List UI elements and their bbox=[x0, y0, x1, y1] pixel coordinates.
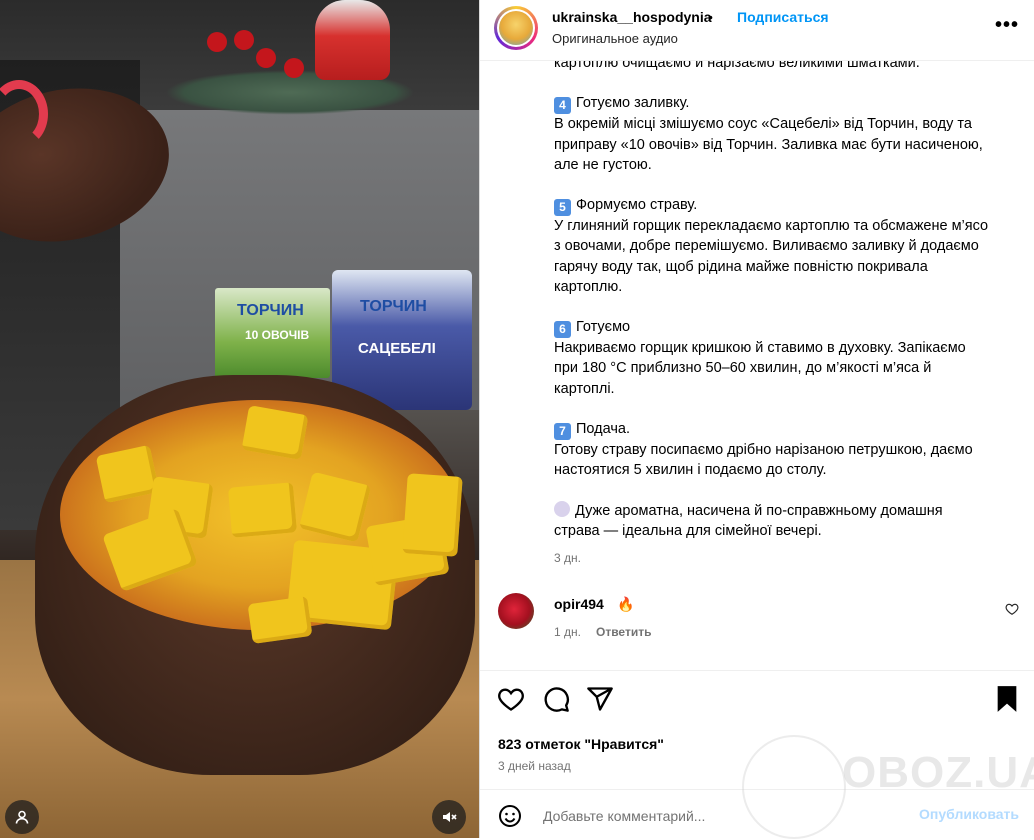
plate-icon bbox=[554, 500, 570, 517]
share-icon bbox=[587, 687, 613, 711]
caption-line: гарячу воду так, щоб рідина майже повніс… bbox=[554, 258, 928, 275]
keycap-6-icon: 6 bbox=[554, 321, 571, 339]
caption-line: Дуже ароматна, насичена й по-справжньому… bbox=[575, 502, 943, 519]
post-caption: картоплю очищаємо й нарізаємо великими ш… bbox=[554, 60, 1024, 561]
decoration-ball bbox=[207, 32, 227, 52]
pack-product: 10 ОВОЧІВ bbox=[245, 328, 310, 342]
smiley-icon bbox=[499, 805, 521, 827]
spice-pack: ТОРЧИН 10 ОВОЧІВ bbox=[215, 288, 330, 378]
post-side-panel: ukrainska__hospodynia • Подписаться Ориг… bbox=[479, 0, 1034, 839]
avatar-image bbox=[499, 11, 533, 45]
caption-line: настоятися 5 хвилин і подаємо до столу. bbox=[554, 462, 827, 479]
step-title: Готуємо заливку. bbox=[576, 95, 690, 112]
share-button[interactable] bbox=[586, 685, 614, 718]
caption-line: картоплю очищаємо й нарізаємо великими ш… bbox=[554, 60, 920, 71]
tagged-users-button[interactable] bbox=[5, 800, 39, 834]
santa-figurine bbox=[315, 0, 390, 80]
step-title: Готуємо bbox=[576, 319, 631, 336]
pack-product: САЦЕБЕЛІ bbox=[358, 340, 436, 357]
watermark-text: OBOZ.UA bbox=[842, 748, 1034, 797]
separator-dot: • bbox=[708, 9, 713, 25]
decoration-ball bbox=[256, 48, 276, 68]
caption-line: Накриваємо горщик кришкою й ставимо в ду… bbox=[554, 340, 966, 357]
step-title: Формуємо страву. bbox=[576, 197, 698, 214]
save-button[interactable] bbox=[995, 685, 1019, 718]
caption-line: картоплю. bbox=[554, 278, 623, 295]
audio-label[interactable]: Оригинальное аудио bbox=[552, 31, 678, 46]
publish-button[interactable]: Опубликовать bbox=[919, 806, 1019, 822]
caption-step: 6 Готуємо Накриваємо горщик кришкою й ста… bbox=[554, 317, 1024, 399]
follow-button[interactable]: Подписаться bbox=[737, 9, 829, 25]
caption-line: але не густою. bbox=[554, 156, 652, 173]
decoration-ball bbox=[284, 58, 304, 78]
mute-button[interactable] bbox=[432, 800, 466, 834]
caption-step: 7 Подача. Готову страву посипаємо дрібно … bbox=[554, 419, 1024, 480]
caption-line: Готову страву посипаємо дрібно нарізаною… bbox=[554, 441, 973, 458]
commenter-avatar[interactable] bbox=[498, 593, 534, 629]
step-title: Подача. bbox=[576, 420, 631, 437]
more-options-icon[interactable]: ••• bbox=[995, 14, 1019, 37]
likes-count[interactable]: 823 отметок "Нравится" bbox=[498, 736, 664, 752]
reply-button[interactable]: Ответить bbox=[596, 625, 651, 639]
keycap-4-icon: 4 bbox=[554, 97, 571, 115]
author-avatar[interactable] bbox=[494, 6, 538, 50]
emoji-picker-button[interactable] bbox=[498, 804, 522, 833]
caption-step: 5 Формуємо страву. У глиняний горщик пере… bbox=[554, 195, 1024, 297]
potato-piece bbox=[402, 473, 463, 557]
watermark-globe-icon bbox=[742, 735, 846, 839]
caption-line: картоплі. bbox=[554, 380, 615, 397]
author-username[interactable]: ukrainska__hospodynia bbox=[552, 9, 712, 25]
keycap-5-icon: 5 bbox=[554, 199, 571, 217]
caption-line: страва — ідеальна для сімейної вечері. bbox=[554, 522, 822, 539]
decoration-ball bbox=[234, 30, 254, 50]
caption-line: В окремій місці змішуємо соус «Сацебелі»… bbox=[554, 116, 972, 133]
like-button[interactable] bbox=[497, 685, 525, 718]
post-media[interactable]: ТОРЧИН 10 ОВОЧІВ ТОРЧИН САЦЕБЕЛІ bbox=[0, 0, 479, 838]
caption-time[interactable]: 3 дн. bbox=[554, 551, 581, 565]
post-header: ukrainska__hospodynia • Подписаться Ориг… bbox=[480, 0, 1034, 61]
user-icon bbox=[15, 810, 29, 824]
bookmark-icon bbox=[997, 686, 1017, 712]
potato-piece bbox=[227, 482, 298, 538]
pack-brand: ТОРЧИН bbox=[360, 298, 427, 315]
comment-item: opir494 🔥 1 дн. Ответить bbox=[480, 590, 1034, 650]
caption-step: 4 Готуємо заливку. В окремій місці змішує… bbox=[554, 93, 1024, 175]
comment-time[interactable]: 1 дн. bbox=[554, 625, 581, 639]
caption-line: У глиняний горщик перекладаємо картоплю … bbox=[554, 218, 989, 235]
comment-like-button[interactable] bbox=[1005, 602, 1019, 621]
heart-icon bbox=[1005, 603, 1019, 615]
caption-line: з овочами, добре перемішуємо. Виливаємо … bbox=[554, 238, 979, 255]
fire-emoji-icon: 🔥 bbox=[617, 596, 635, 612]
keycap-7-icon: 7 bbox=[554, 422, 571, 440]
heart-icon bbox=[498, 688, 524, 711]
caption-final: Дуже ароматна, насичена й по-справжньому… bbox=[554, 500, 1024, 541]
caption-line: приправу «10 овочів» від Торчин. Заливка… bbox=[554, 136, 983, 153]
potato-piece bbox=[247, 596, 313, 644]
pack-brand: ТОРЧИН bbox=[237, 302, 304, 319]
comment-button[interactable] bbox=[542, 685, 570, 718]
comment-input[interactable] bbox=[541, 803, 905, 829]
comments-scroll-area[interactable]: картоплю очищаємо й нарізаємо великими ш… bbox=[480, 60, 1034, 670]
speaker-muted-icon bbox=[443, 812, 457, 822]
caption-line: при 180 °C приблизно 50–60 хвилин, до м’… bbox=[554, 360, 932, 377]
commenter-username[interactable]: opir494 bbox=[554, 596, 604, 612]
post-date[interactable]: 3 дней назад bbox=[498, 759, 571, 773]
comment-icon bbox=[544, 687, 569, 712]
